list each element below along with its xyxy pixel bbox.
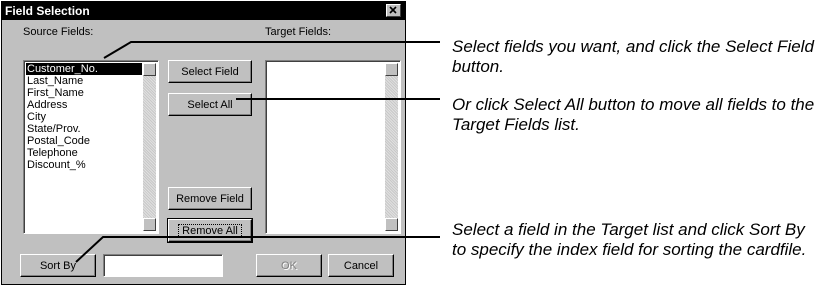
annotation-select-all: Or click Select All button to move all f…: [452, 95, 815, 134]
annotation-select-field: Select fields you want, and click the Se…: [452, 37, 814, 76]
leader-line-sort-by: [75, 236, 440, 263]
annotation-sort-by: Select a field in the Target list and cl…: [452, 220, 807, 259]
leader-line-select-field: [103, 41, 440, 59]
